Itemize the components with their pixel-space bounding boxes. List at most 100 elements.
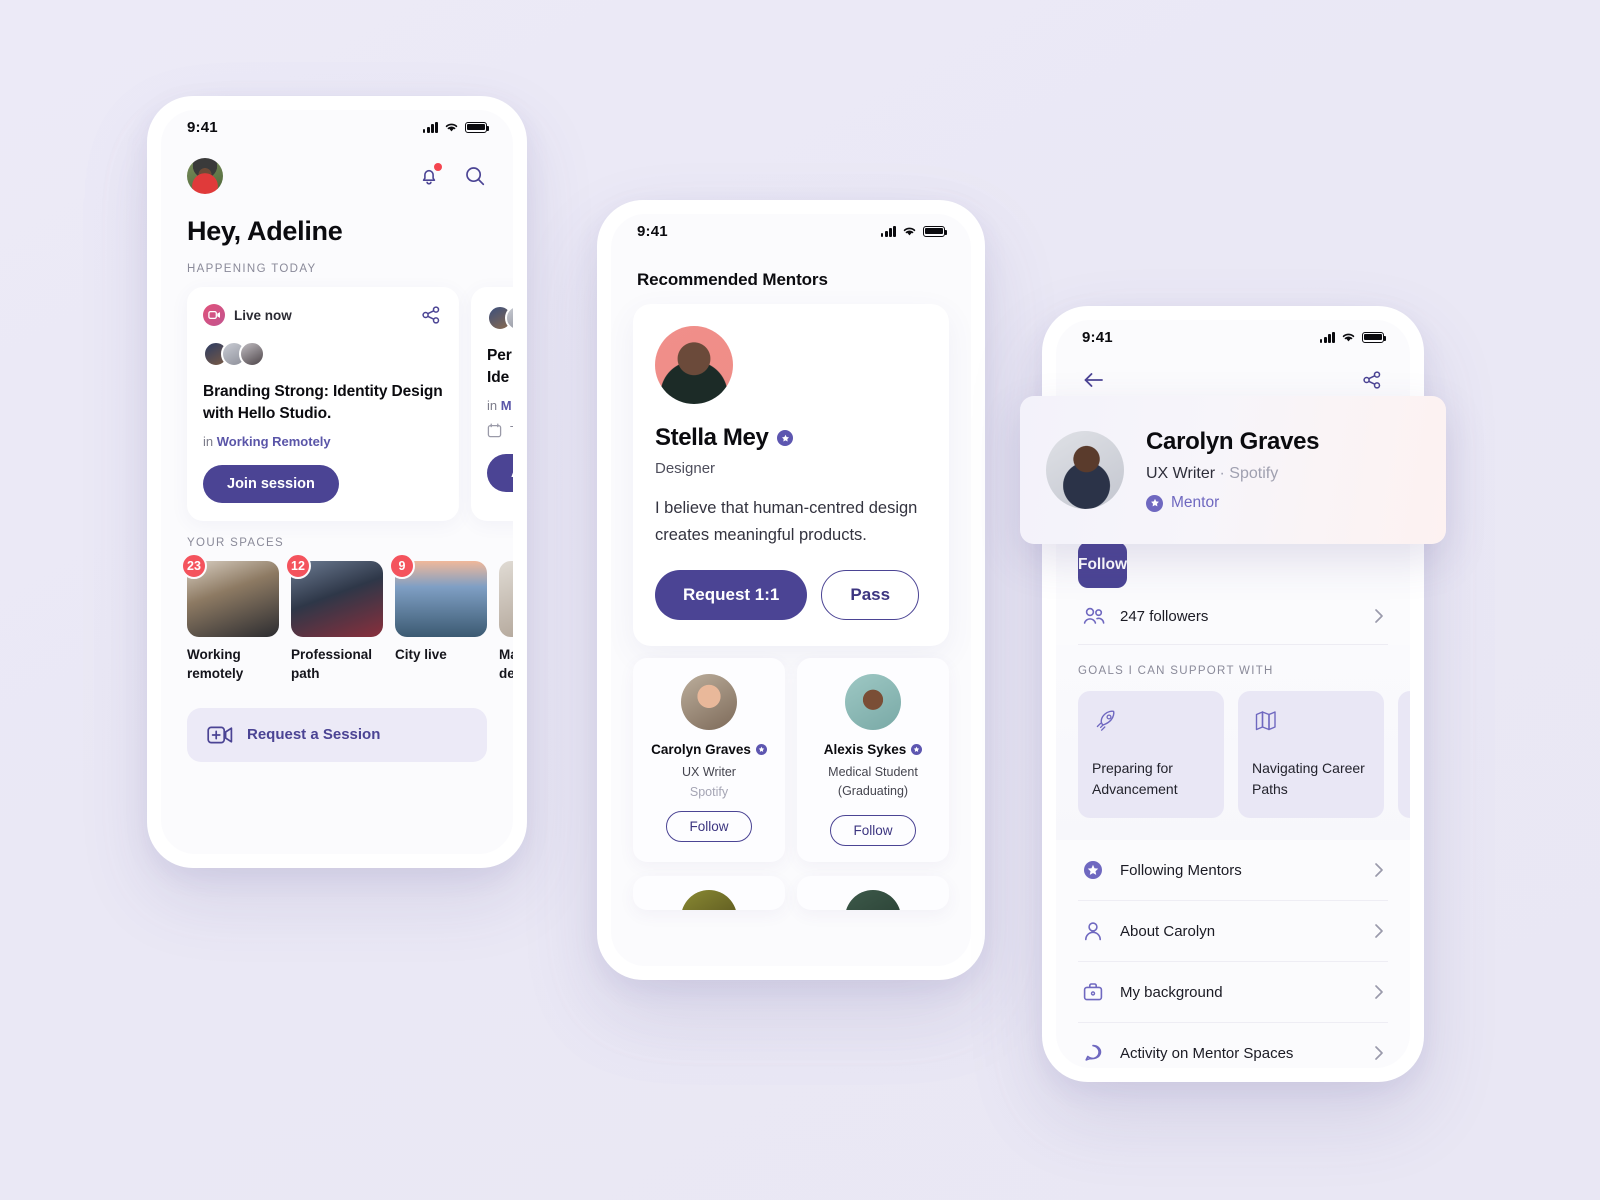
in-prefix: in [487, 398, 498, 413]
space-item[interactable]: 9 City live [389, 553, 487, 684]
share-icon[interactable] [419, 303, 443, 327]
mentor-role: Designer [655, 460, 716, 477]
section-label-happening-today: HAPPENING TODAY [187, 263, 317, 275]
follow-button[interactable]: Follow [666, 810, 752, 842]
followers-row[interactable]: 247 followers [1078, 588, 1388, 645]
share-icon[interactable] [1360, 368, 1384, 392]
section-label-your-spaces: YOUR SPACES [187, 537, 285, 549]
search-icon[interactable] [463, 164, 487, 188]
mentor-role: Medical Student (Graduating) [828, 765, 918, 798]
request-session-button[interactable]: Request a Session [187, 707, 487, 762]
signal-bars-icon [422, 121, 438, 133]
happening-today-carousel[interactable]: Live now Branding Strong: Identity Desig… [161, 275, 513, 521]
space-item[interactable]: Ma dec [499, 561, 513, 684]
status-time: 9:41 [1082, 328, 1113, 346]
mentor-mini-card[interactable]: Alexis Sykes Medical Student (Graduating… [797, 658, 949, 862]
mentor-name-row: Carolyn Graves [643, 742, 775, 757]
phone2-status-bar: 9:41 [611, 214, 971, 248]
goal-card[interactable]: Preparing for Advancement [1078, 691, 1224, 818]
request-session-label: Request a Session [247, 726, 381, 744]
mentor-role: UX Writer [682, 765, 736, 780]
mentor-mini-card[interactable] [633, 875, 785, 910]
mentor-actions: Request 1:1 Pass [655, 570, 927, 621]
spaces-carousel[interactable]: 23 Working remotely 12 Professional path… [161, 549, 513, 684]
space-name: Professional path [291, 647, 373, 681]
profile-org: Spotify [1229, 465, 1279, 482]
phone2-screen: 9:41 Recommended Mentors Stella Mey Desi… [611, 214, 971, 966]
phone-home-screen: 9:41 Hey, Adeline HAPPENING TODAY Live n… [147, 96, 527, 868]
profile-role: UX Writer [1146, 465, 1216, 482]
upcoming-session-card[interactable]: Per Ide in M T A [471, 287, 513, 521]
profile-avatar[interactable] [1046, 431, 1124, 509]
unread-badge: 9 [389, 553, 415, 579]
goals-section-label: GOALS I CAN SUPPORT WITH [1078, 665, 1274, 677]
space-item[interactable]: 23 Working remotely [181, 553, 279, 684]
briefcase-icon [1083, 983, 1103, 1001]
menu-item-activity-on-mentor-spaces[interactable]: Activity on Mentor Spaces [1078, 1023, 1388, 1068]
wifi-icon [903, 227, 916, 236]
mentor-quote: I believe that human-centred design crea… [655, 499, 918, 544]
status-icons [422, 121, 490, 133]
phone1-status-bar: 9:41 [161, 110, 513, 144]
calendar-icon [487, 423, 502, 438]
phone3-status-bar: 9:41 [1056, 320, 1410, 354]
goal-card[interactable]: Navigating Career Paths [1238, 691, 1384, 818]
space-link[interactable]: M [501, 398, 512, 413]
mentor-avatar[interactable] [655, 326, 733, 404]
live-indicator: Live now [203, 304, 292, 326]
mentor-name-row: Alexis Sykes [807, 742, 939, 757]
space-name: Ma dec [499, 647, 513, 681]
menu-item-my-background[interactable]: My background [1078, 962, 1388, 1023]
join-session-button[interactable]: Join session [203, 465, 339, 503]
follow-button[interactable]: Follow [1078, 542, 1128, 588]
menu-item-following-mentors[interactable]: Following Mentors [1078, 840, 1388, 901]
user-avatar[interactable] [187, 158, 223, 194]
attendee-avatars [487, 305, 513, 331]
pass-button[interactable]: Pass [821, 570, 920, 621]
space-name: City live [395, 647, 447, 662]
menu-item-label: Activity on Mentor Spaces [1120, 1044, 1294, 1062]
live-session-card[interactable]: Live now Branding Strong: Identity Desig… [187, 287, 459, 521]
mentor-badge-label: Mentor [1171, 494, 1220, 511]
profile-name: Carolyn Graves [1146, 428, 1320, 455]
followers-icon [1083, 607, 1105, 624]
notification-dot [434, 163, 442, 171]
session-date: T [487, 423, 513, 438]
video-camera-icon [203, 304, 225, 326]
verified-badge-icon [777, 430, 794, 446]
featured-mentor-card: Stella Mey Designer I believe that human… [633, 304, 949, 647]
menu-item-about-carolyn[interactable]: About Carolyn [1078, 901, 1388, 962]
mentor-badge: Mentor [1146, 494, 1319, 512]
signal-bars-icon [1319, 331, 1335, 343]
mentor-name: Alexis Sykes [823, 742, 907, 758]
menu-item-label: Following Mentors [1120, 861, 1242, 879]
request-one-on-one-button[interactable]: Request 1:1 [655, 570, 808, 621]
mentor-org: Spotify [689, 784, 729, 799]
goals-section: GOALS I CAN SUPPORT WITH Preparing for A… [1056, 645, 1410, 840]
chevron-right-icon [1375, 609, 1383, 623]
followers-count: 247 followers [1120, 607, 1209, 625]
battery-icon [923, 225, 948, 237]
phone1-actions [417, 163, 487, 188]
space-item[interactable]: 12 Professional path [285, 553, 383, 684]
goal-card[interactable] [1398, 691, 1410, 818]
space-link[interactable]: Working Remotely [217, 434, 331, 449]
phone2-body: Recommended Mentors Stella Mey Designer … [611, 248, 971, 910]
unread-badge: 12 [285, 553, 311, 579]
wifi-icon [1342, 333, 1355, 342]
mentor-mini-card[interactable]: Carolyn Graves UX Writer Spotify Follow [633, 658, 785, 862]
attend-button[interactable]: A [487, 454, 513, 492]
mentor-name: Stella Mey [655, 424, 769, 451]
menu-item-label: My background [1120, 983, 1223, 1001]
mentor-avatar [681, 674, 737, 731]
back-arrow-icon[interactable] [1082, 368, 1106, 392]
follow-button[interactable]: Follow [830, 814, 916, 846]
session-space: in Working Remotely [203, 434, 443, 449]
chevron-right-icon [1375, 1046, 1383, 1060]
star-badge-icon [1084, 861, 1102, 879]
mentor-mini-card[interactable] [797, 875, 949, 910]
notification-bell-icon[interactable] [417, 163, 442, 188]
profile-role-line: UX Writer · Spotify [1146, 465, 1319, 483]
goals-carousel[interactable]: Preparing for Advancement Navigating Car… [1056, 677, 1410, 818]
status-time: 9:41 [187, 118, 218, 136]
